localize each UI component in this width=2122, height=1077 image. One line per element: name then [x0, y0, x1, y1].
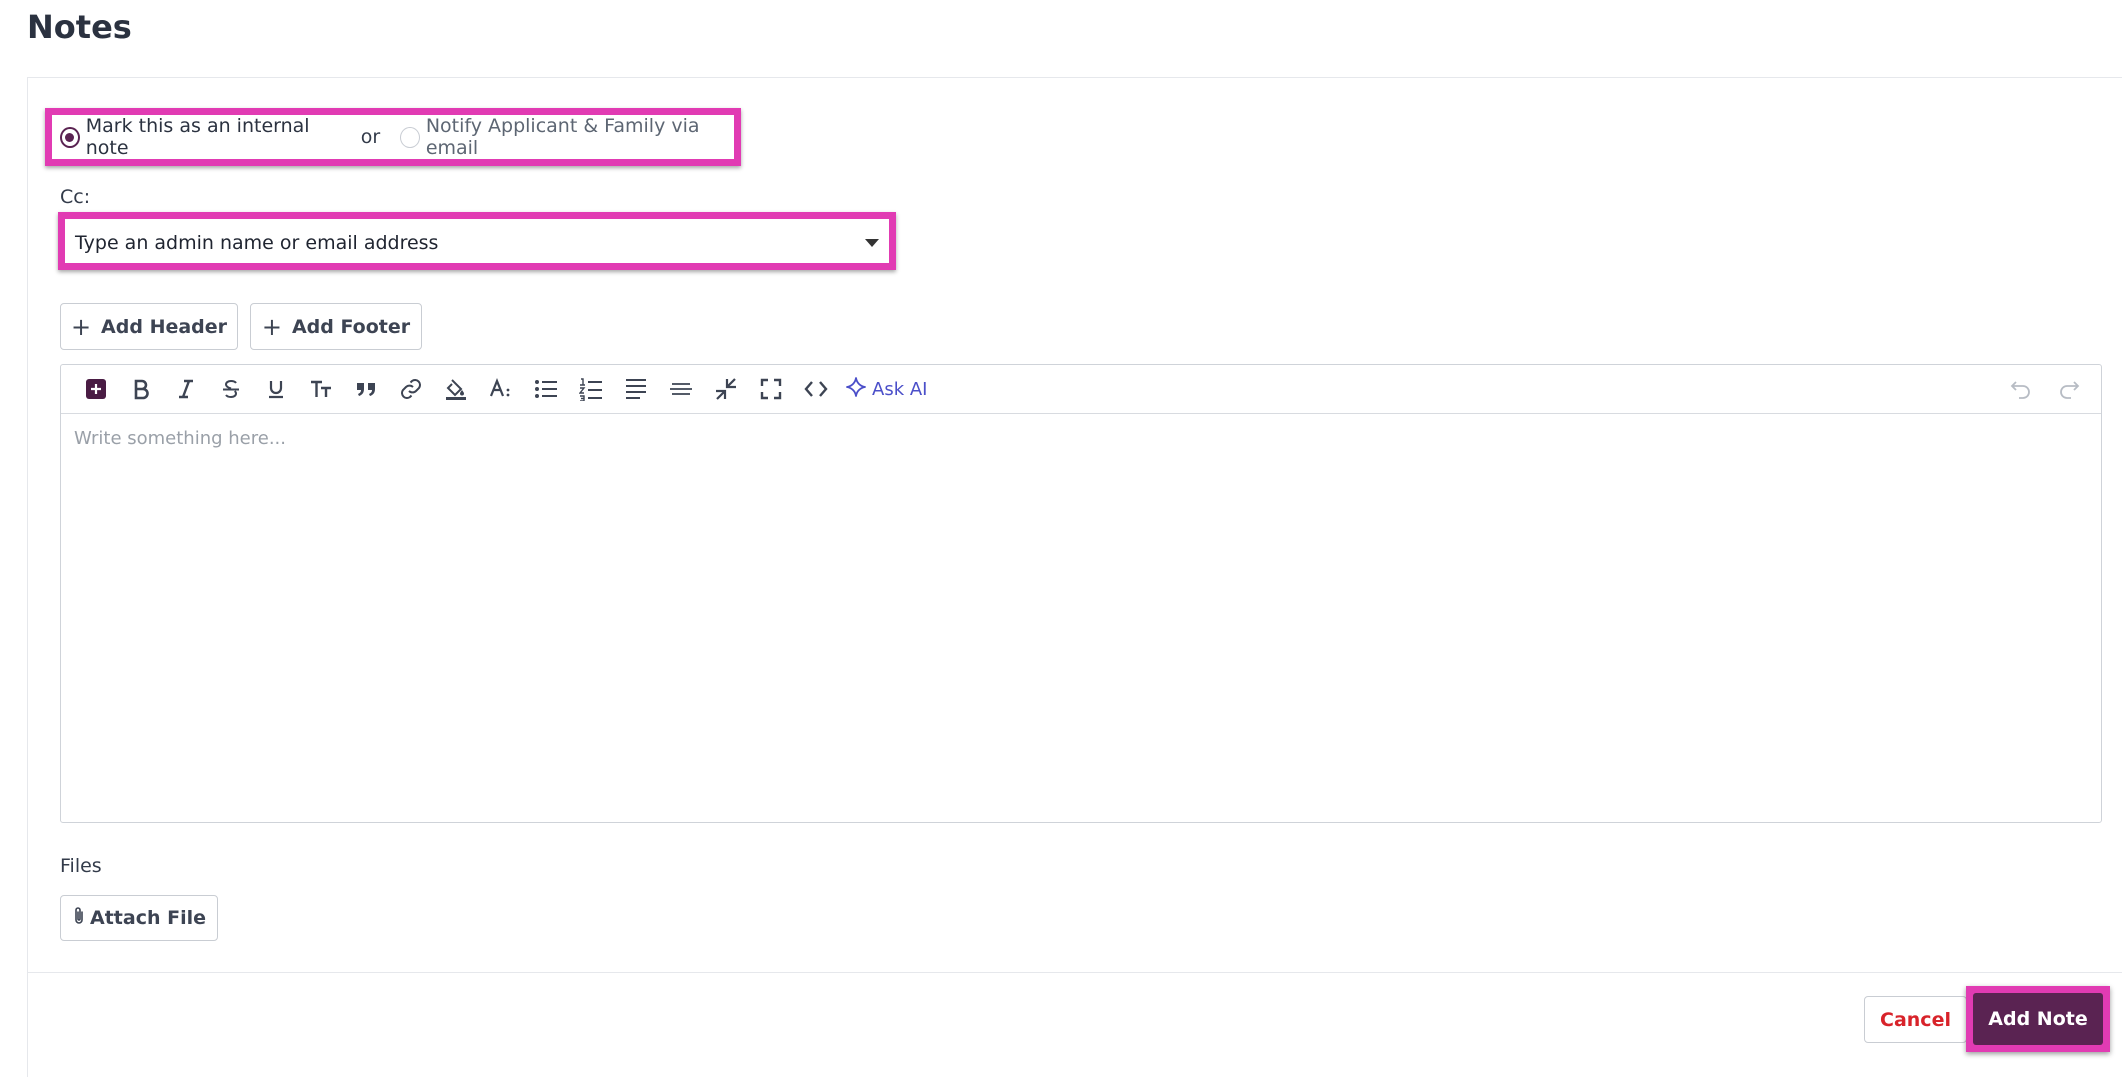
footer-divider: [27, 972, 2122, 973]
bold-icon[interactable]: [118, 371, 163, 407]
add-footer-label: Add Footer: [291, 315, 411, 338]
align-icon[interactable]: [613, 371, 658, 407]
notify-applicant-label[interactable]: Notify Applicant & Family via email: [426, 115, 734, 159]
note-type-radio-group: Mark this as an internal note or Notify …: [45, 108, 741, 166]
attach-file-label: Attach File: [90, 907, 206, 929]
font-style-icon[interactable]: [478, 371, 523, 407]
link-icon[interactable]: [388, 371, 433, 407]
or-separator: or: [360, 126, 381, 148]
chevron-down-icon[interactable]: [865, 239, 879, 247]
attach-file-button[interactable]: Attach File: [60, 895, 218, 941]
sparkle-icon: [846, 376, 872, 402]
font-size-icon[interactable]: [298, 371, 343, 407]
internal-note-radio[interactable]: [60, 126, 80, 148]
insert-icon[interactable]: [73, 371, 118, 407]
plus-icon: +: [70, 312, 92, 341]
underline-icon[interactable]: [253, 371, 298, 407]
add-footer-button[interactable]: + Add Footer: [250, 303, 422, 350]
collapse-icon[interactable]: [703, 371, 748, 407]
ask-ai-label: Ask AI: [872, 378, 928, 400]
editor-toolbar: Ask AI: [61, 365, 2101, 414]
ask-ai-button[interactable]: Ask AI: [846, 376, 928, 402]
add-header-button[interactable]: + Add Header: [60, 303, 238, 350]
cc-label: Cc:: [60, 186, 91, 208]
strikethrough-icon[interactable]: [208, 371, 253, 407]
horizontal-rule-icon[interactable]: [658, 371, 703, 407]
editor-placeholder: Write something here...: [74, 428, 286, 449]
bullet-list-icon[interactable]: [523, 371, 568, 407]
plus-icon: +: [261, 312, 282, 341]
notify-applicant-radio[interactable]: [400, 126, 420, 148]
numbered-list-icon[interactable]: [568, 371, 613, 407]
undo-icon[interactable]: [1997, 371, 2045, 407]
redo-icon[interactable]: [2045, 371, 2093, 407]
cancel-button[interactable]: Cancel: [1864, 996, 1967, 1043]
rich-text-editor: Ask AI Write something here...: [60, 364, 2102, 823]
internal-note-label[interactable]: Mark this as an internal note: [86, 115, 339, 159]
add-header-label: Add Header: [101, 315, 228, 338]
undo-redo-group: [1997, 371, 2093, 407]
editor-content-area[interactable]: Write something here...: [61, 414, 2101, 463]
cc-placeholder: Type an admin name or email address: [75, 232, 439, 254]
add-note-button[interactable]: Add Note: [1973, 993, 2103, 1045]
paperclip-icon: [72, 906, 86, 931]
fullscreen-icon[interactable]: [748, 371, 793, 407]
code-icon[interactable]: [793, 371, 838, 407]
page-title: Notes: [27, 8, 132, 46]
files-label: Files: [60, 855, 102, 877]
blockquote-icon[interactable]: [343, 371, 388, 407]
cc-recipient-select[interactable]: Type an admin name or email address: [58, 212, 896, 270]
highlight-icon[interactable]: [433, 371, 478, 407]
add-note-button-highlight: Add Note: [1966, 986, 2110, 1052]
italic-icon[interactable]: [163, 371, 208, 407]
